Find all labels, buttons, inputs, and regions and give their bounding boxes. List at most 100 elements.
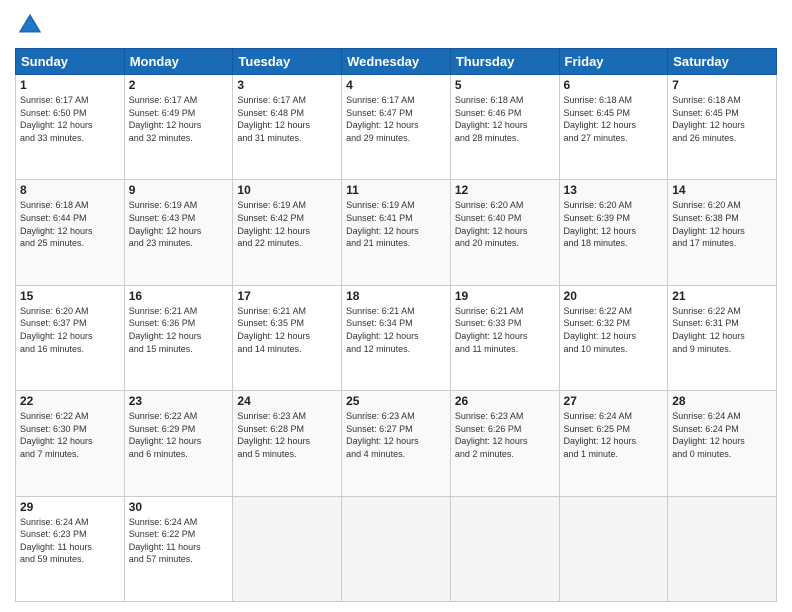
calendar-cell — [668, 496, 777, 601]
day-number: 9 — [129, 183, 229, 197]
day-number: 25 — [346, 394, 446, 408]
calendar-cell: 1 Sunrise: 6:17 AM Sunset: 6:50 PM Daylig… — [16, 75, 125, 180]
day-info: Sunrise: 6:22 AM Sunset: 6:32 PM Dayligh… — [564, 305, 664, 355]
day-number: 17 — [237, 289, 337, 303]
day-info: Sunrise: 6:19 AM Sunset: 6:41 PM Dayligh… — [346, 199, 446, 249]
day-number: 24 — [237, 394, 337, 408]
calendar-cell: 3Sunrise: 6:17 AM Sunset: 6:48 PM Daylig… — [233, 75, 342, 180]
day-number: 5 — [455, 78, 555, 92]
day-number: 18 — [346, 289, 446, 303]
day-info: Sunrise: 6:17 AM Sunset: 6:50 PM Dayligh… — [20, 94, 120, 144]
calendar-week-5: 29 Sunrise: 6:24 AM Sunset: 6:23 PM Dayli… — [16, 496, 777, 601]
calendar-cell: 2 Sunrise: 6:17 AM Sunset: 6:49 PM Daylig… — [124, 75, 233, 180]
day-header-sunday: Sunday — [16, 49, 125, 75]
calendar-cell: 15Sunrise: 6:20 AM Sunset: 6:37 PM Dayli… — [16, 285, 125, 390]
page: SundayMondayTuesdayWednesdayThursdayFrid… — [0, 0, 792, 612]
day-info: Sunrise: 6:17 AM Sunset: 6:49 PM Dayligh… — [129, 94, 229, 144]
day-info: Sunrise: 6:19 AM Sunset: 6:42 PM Dayligh… — [237, 199, 337, 249]
day-number: 23 — [129, 394, 229, 408]
day-number: 16 — [129, 289, 229, 303]
day-info: Sunrise: 6:23 AM Sunset: 6:26 PM Dayligh… — [455, 410, 555, 460]
day-info: Sunrise: 6:24 AM Sunset: 6:23 PM Dayligh… — [20, 516, 120, 566]
calendar-cell: 17 Sunrise: 6:21 AM Sunset: 6:35 PM Dayli… — [233, 285, 342, 390]
day-header-monday: Monday — [124, 49, 233, 75]
day-number: 7 — [672, 78, 772, 92]
logo-icon — [15, 10, 45, 40]
day-info: Sunrise: 6:24 AM Sunset: 6:22 PM Dayligh… — [129, 516, 229, 566]
calendar-week-1: 1 Sunrise: 6:17 AM Sunset: 6:50 PM Daylig… — [16, 75, 777, 180]
day-info: Sunrise: 6:18 AM Sunset: 6:44 PM Dayligh… — [20, 199, 120, 249]
calendar-cell: 19 Sunrise: 6:21 AM Sunset: 6:33 PM Dayli… — [450, 285, 559, 390]
calendar-cell: 27 Sunrise: 6:24 AM Sunset: 6:25 PM Dayli… — [559, 391, 668, 496]
calendar-cell: 22Sunrise: 6:22 AM Sunset: 6:30 PM Dayli… — [16, 391, 125, 496]
day-info: Sunrise: 6:24 AM Sunset: 6:24 PM Dayligh… — [672, 410, 772, 460]
calendar-cell: 12Sunrise: 6:20 AM Sunset: 6:40 PM Dayli… — [450, 180, 559, 285]
calendar-cell — [450, 496, 559, 601]
calendar-week-2: 8 Sunrise: 6:18 AM Sunset: 6:44 PM Daylig… — [16, 180, 777, 285]
calendar-cell: 28 Sunrise: 6:24 AM Sunset: 6:24 PM Dayli… — [668, 391, 777, 496]
calendar-cell — [233, 496, 342, 601]
day-header-saturday: Saturday — [668, 49, 777, 75]
calendar-cell: 23 Sunrise: 6:22 AM Sunset: 6:29 PM Dayli… — [124, 391, 233, 496]
day-header-tuesday: Tuesday — [233, 49, 342, 75]
day-info: Sunrise: 6:23 AM Sunset: 6:28 PM Dayligh… — [237, 410, 337, 460]
day-number: 22 — [20, 394, 120, 408]
day-number: 4 — [346, 78, 446, 92]
day-header-friday: Friday — [559, 49, 668, 75]
day-number: 28 — [672, 394, 772, 408]
day-header-wednesday: Wednesday — [342, 49, 451, 75]
day-number: 8 — [20, 183, 120, 197]
day-info: Sunrise: 6:18 AM Sunset: 6:46 PM Dayligh… — [455, 94, 555, 144]
calendar-cell: 26 Sunrise: 6:23 AM Sunset: 6:26 PM Dayli… — [450, 391, 559, 496]
day-number: 12 — [455, 183, 555, 197]
day-number: 29 — [20, 500, 120, 514]
day-number: 6 — [564, 78, 664, 92]
day-info: Sunrise: 6:22 AM Sunset: 6:31 PM Dayligh… — [672, 305, 772, 355]
calendar-cell: 25Sunrise: 6:23 AM Sunset: 6:27 PM Dayli… — [342, 391, 451, 496]
calendar-cell: 9 Sunrise: 6:19 AM Sunset: 6:43 PM Daylig… — [124, 180, 233, 285]
day-info: Sunrise: 6:21 AM Sunset: 6:35 PM Dayligh… — [237, 305, 337, 355]
day-info: Sunrise: 6:17 AM Sunset: 6:48 PM Dayligh… — [237, 94, 337, 144]
calendar-table: SundayMondayTuesdayWednesdayThursdayFrid… — [15, 48, 777, 602]
calendar-week-3: 15Sunrise: 6:20 AM Sunset: 6:37 PM Dayli… — [16, 285, 777, 390]
calendar-cell: 11 Sunrise: 6:19 AM Sunset: 6:41 PM Dayli… — [342, 180, 451, 285]
day-number: 20 — [564, 289, 664, 303]
day-number: 19 — [455, 289, 555, 303]
day-info: Sunrise: 6:21 AM Sunset: 6:36 PM Dayligh… — [129, 305, 229, 355]
calendar-cell: 16 Sunrise: 6:21 AM Sunset: 6:36 PM Dayli… — [124, 285, 233, 390]
calendar-cell: 14 Sunrise: 6:20 AM Sunset: 6:38 PM Dayli… — [668, 180, 777, 285]
day-number: 1 — [20, 78, 120, 92]
day-info: Sunrise: 6:20 AM Sunset: 6:37 PM Dayligh… — [20, 305, 120, 355]
day-number: 27 — [564, 394, 664, 408]
day-header-thursday: Thursday — [450, 49, 559, 75]
calendar-cell: 20 Sunrise: 6:22 AM Sunset: 6:32 PM Dayli… — [559, 285, 668, 390]
calendar-cell: 10 Sunrise: 6:19 AM Sunset: 6:42 PM Dayli… — [233, 180, 342, 285]
day-info: Sunrise: 6:18 AM Sunset: 6:45 PM Dayligh… — [564, 94, 664, 144]
day-info: Sunrise: 6:20 AM Sunset: 6:39 PM Dayligh… — [564, 199, 664, 249]
calendar-cell: 6 Sunrise: 6:18 AM Sunset: 6:45 PM Daylig… — [559, 75, 668, 180]
calendar-cell: 5 Sunrise: 6:18 AM Sunset: 6:46 PM Daylig… — [450, 75, 559, 180]
logo — [15, 10, 49, 40]
calendar-cell — [559, 496, 668, 601]
day-number: 26 — [455, 394, 555, 408]
day-number: 30 — [129, 500, 229, 514]
day-number: 21 — [672, 289, 772, 303]
day-number: 11 — [346, 183, 446, 197]
calendar-cell: 7Sunrise: 6:18 AM Sunset: 6:45 PM Daylig… — [668, 75, 777, 180]
calendar-header-row: SundayMondayTuesdayWednesdayThursdayFrid… — [16, 49, 777, 75]
calendar-cell: 29 Sunrise: 6:24 AM Sunset: 6:23 PM Dayli… — [16, 496, 125, 601]
day-number: 10 — [237, 183, 337, 197]
calendar-cell: 8 Sunrise: 6:18 AM Sunset: 6:44 PM Daylig… — [16, 180, 125, 285]
day-info: Sunrise: 6:22 AM Sunset: 6:29 PM Dayligh… — [129, 410, 229, 460]
day-number: 14 — [672, 183, 772, 197]
day-info: Sunrise: 6:21 AM Sunset: 6:33 PM Dayligh… — [455, 305, 555, 355]
calendar-cell — [342, 496, 451, 601]
calendar-cell: 13 Sunrise: 6:20 AM Sunset: 6:39 PM Dayli… — [559, 180, 668, 285]
day-info: Sunrise: 6:20 AM Sunset: 6:38 PM Dayligh… — [672, 199, 772, 249]
calendar-week-4: 22Sunrise: 6:22 AM Sunset: 6:30 PM Dayli… — [16, 391, 777, 496]
calendar-cell: 18Sunrise: 6:21 AM Sunset: 6:34 PM Dayli… — [342, 285, 451, 390]
day-number: 2 — [129, 78, 229, 92]
day-number: 13 — [564, 183, 664, 197]
day-info: Sunrise: 6:24 AM Sunset: 6:25 PM Dayligh… — [564, 410, 664, 460]
day-info: Sunrise: 6:19 AM Sunset: 6:43 PM Dayligh… — [129, 199, 229, 249]
